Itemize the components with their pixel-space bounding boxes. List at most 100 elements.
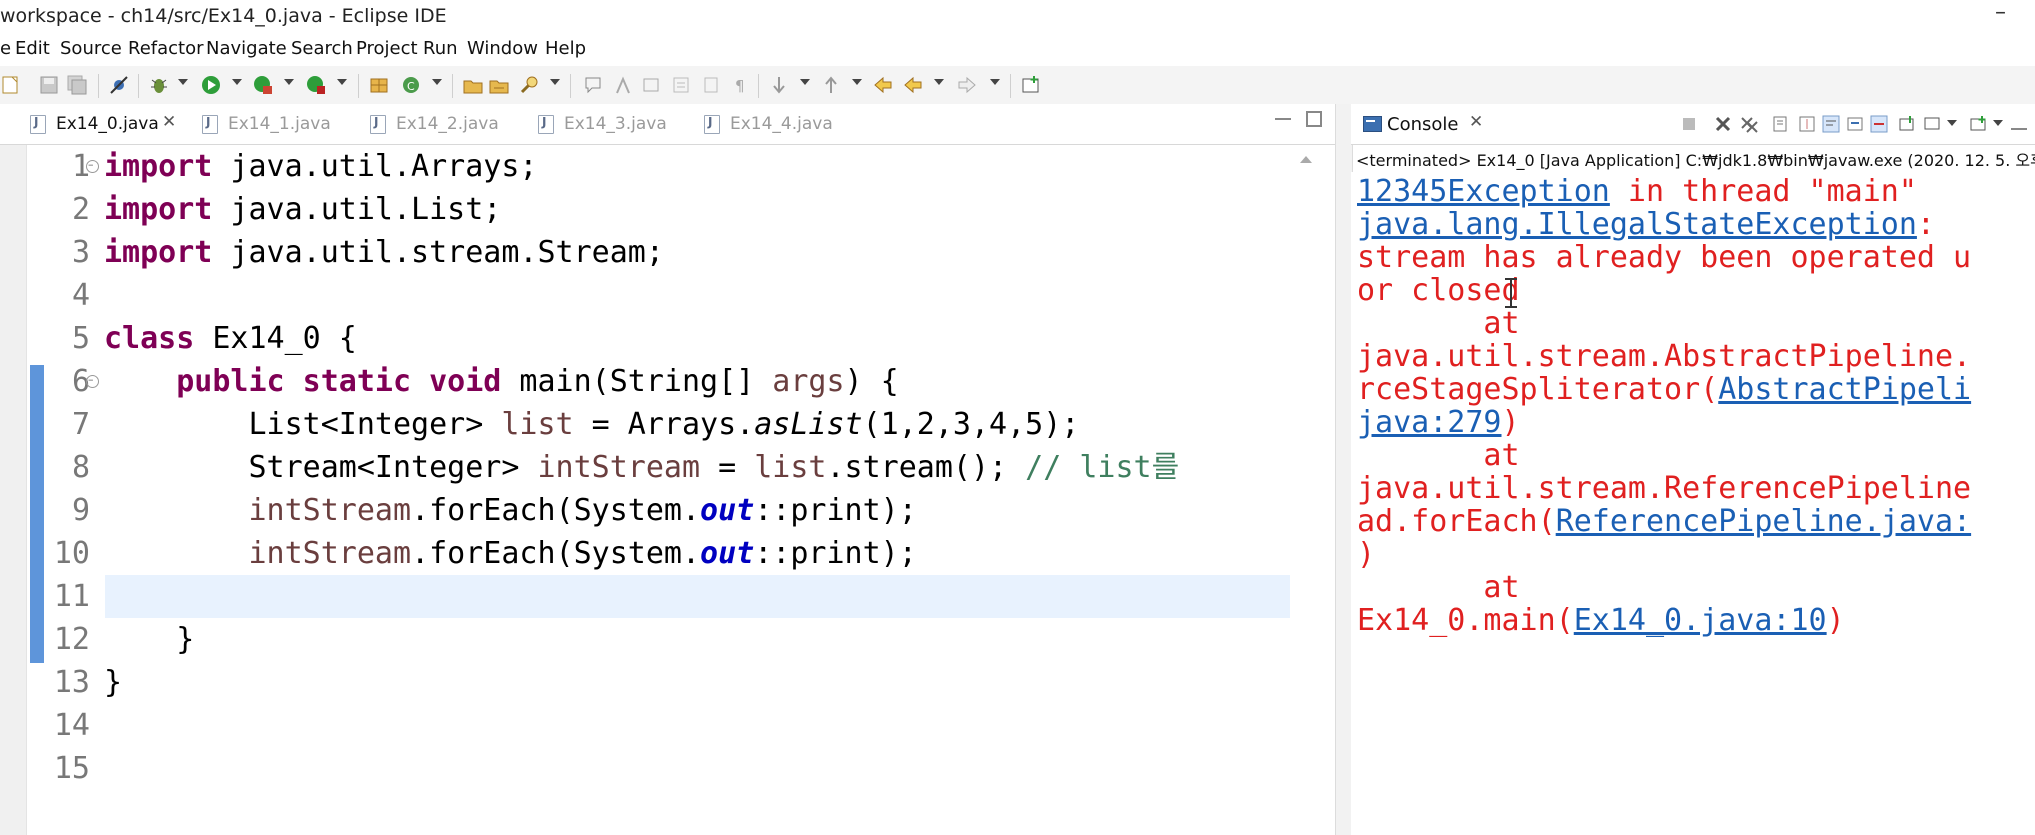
editor-vertical-scrollbar[interactable]: [1295, 145, 1315, 835]
fold-toggle-icon[interactable]: [86, 374, 99, 388]
coverage-dropdown-icon[interactable]: [284, 79, 294, 85]
next-annotation-icon[interactable]: [768, 74, 790, 96]
run-dropdown-icon[interactable]: [232, 79, 242, 85]
menu-bar: e Edit Source Refactor Navigate Search P…: [0, 34, 2035, 66]
code-line-8: Stream<Integer> intStream = list.stream(…: [248, 450, 1180, 485]
console-line: at: [1357, 438, 1520, 473]
clear-console-icon[interactable]: [1771, 114, 1791, 134]
menu-help[interactable]: Help: [545, 38, 586, 59]
display-selected-console-icon[interactable]: [1923, 114, 1943, 134]
scroll-up-icon[interactable]: [1300, 156, 1312, 163]
show-console-on-error-icon[interactable]: [1869, 114, 1889, 134]
pilcrow-icon[interactable]: ¶: [730, 74, 752, 96]
open-perspective-icon[interactable]: [1020, 74, 1042, 96]
menu-source[interactable]: Source: [60, 38, 122, 59]
display-console-dropdown-icon[interactable]: [1947, 120, 1957, 126]
java-file-icon: [202, 115, 218, 134]
toggle-word-wrap-icon[interactable]: [670, 74, 692, 96]
back-icon[interactable]: [902, 74, 924, 96]
console-line: ad.forEach(ReferencePipeline.java:: [1357, 504, 1972, 539]
toggle-mark-occurrences-icon[interactable]: [612, 74, 634, 96]
coverage-icon[interactable]: [252, 74, 274, 96]
pin-console-icon[interactable]: [1897, 114, 1917, 134]
console-link[interactable]: java.lang.IllegalStateException: [1357, 207, 1917, 242]
console-process-status: <terminated> Ex14_0 [Java Application] C…: [1356, 151, 2035, 170]
current-line-highlight: [105, 575, 1295, 618]
line-number: 5: [71, 321, 90, 356]
external-tools-dropdown-icon[interactable]: [337, 79, 347, 85]
last-edit-location-icon[interactable]: [872, 74, 894, 96]
code-line-6: public static void main(String[] args) {: [176, 364, 899, 399]
console-line: stream has already been operated u: [1357, 240, 1972, 275]
annotation-icon[interactable]: [582, 74, 604, 96]
toggle-block-select-icon[interactable]: [640, 74, 662, 96]
minimize-button[interactable]: –: [1995, 0, 2006, 25]
remove-all-terminated-icon[interactable]: [1739, 114, 1759, 134]
back-dropdown-icon[interactable]: [934, 79, 944, 85]
open-type-icon[interactable]: [462, 74, 484, 96]
console-minimize-icon[interactable]: [2011, 118, 2027, 130]
new-icon[interactable]: [0, 74, 22, 96]
toolbar-separator: [98, 74, 99, 98]
external-tools-icon[interactable]: [305, 74, 327, 96]
run-icon[interactable]: [200, 74, 222, 96]
forward-dropdown-icon[interactable]: [990, 79, 1000, 85]
remove-launch-icon[interactable]: [1713, 114, 1733, 134]
console-link[interactable]: Ex14_0.java:10: [1574, 603, 1827, 638]
debug-dropdown-icon[interactable]: [178, 79, 188, 85]
text-cursor-icon: [1505, 278, 1517, 308]
terminate-icon[interactable]: [1679, 114, 1699, 134]
open-console-icon[interactable]: [1969, 114, 1989, 134]
skip-breakpoints-icon[interactable]: [108, 74, 130, 96]
debug-icon[interactable]: [148, 74, 170, 96]
search-icon[interactable]: [518, 74, 540, 96]
editor-maximize-icon[interactable]: [1306, 111, 1322, 127]
fold-toggle-icon[interactable]: [86, 159, 99, 173]
scroll-lock-icon[interactable]: [1797, 114, 1817, 134]
toolbar-separator: [452, 74, 453, 98]
console-line: java.util.stream.AbstractPipeline.: [1357, 339, 1972, 374]
previous-annotation-dropdown-icon[interactable]: [852, 79, 862, 85]
menu-file[interactable]: e: [0, 38, 11, 59]
line-number: 14: [53, 708, 90, 743]
save-all-icon[interactable]: [66, 74, 88, 96]
console-link[interactable]: 12345Exception: [1357, 174, 1610, 209]
new-java-package-icon[interactable]: [368, 74, 390, 96]
tab-ex14-0[interactable]: Ex14_0.java ✕: [30, 104, 192, 144]
menu-search[interactable]: Search: [291, 38, 353, 59]
close-icon[interactable]: ✕: [162, 112, 176, 132]
menu-refactor[interactable]: Refactor: [128, 38, 204, 59]
word-wrap-icon[interactable]: [1821, 114, 1841, 134]
tab-ex14-1[interactable]: Ex14_1.java: [202, 104, 352, 144]
show-whitespace-icon[interactable]: [700, 74, 722, 96]
editor-tab-bar: Ex14_0.java ✕ Ex14_1.java Ex14_2.java Ex…: [0, 104, 1335, 145]
open-console-dropdown-icon[interactable]: [1993, 120, 2003, 126]
line-number: 12: [53, 622, 90, 657]
show-console-on-output-icon[interactable]: [1845, 114, 1865, 134]
tab-ex14-3[interactable]: Ex14_3.java: [538, 104, 688, 144]
forward-icon[interactable]: [956, 74, 978, 96]
menu-run[interactable]: Run: [423, 38, 458, 59]
close-icon[interactable]: ✕: [1469, 112, 1483, 132]
console-icon: [1363, 116, 1382, 132]
next-annotation-dropdown-icon[interactable]: [800, 79, 810, 85]
console-link[interactable]: AbstractPipeli: [1718, 372, 1971, 407]
new-class-dropdown-icon[interactable]: [432, 79, 442, 85]
menu-navigate[interactable]: Navigate: [206, 38, 287, 59]
search-dropdown-icon[interactable]: [550, 79, 560, 85]
new-java-class-icon[interactable]: C: [400, 74, 422, 96]
editor-minimize-icon[interactable]: [1275, 108, 1291, 120]
console-line: ): [1357, 537, 1376, 572]
save-icon[interactable]: [38, 74, 60, 96]
previous-annotation-icon[interactable]: [820, 74, 842, 96]
code-line-5: class Ex14_0 {: [104, 321, 357, 356]
open-resource-icon[interactable]: [488, 74, 510, 96]
tab-ex14-2[interactable]: Ex14_2.java: [370, 104, 520, 144]
tab-ex14-4[interactable]: Ex14_4.java: [704, 104, 854, 144]
console-link[interactable]: java:279: [1357, 405, 1502, 440]
console-link[interactable]: ReferencePipeline.java:: [1556, 504, 1971, 539]
menu-project[interactable]: Project: [356, 38, 418, 59]
menu-edit[interactable]: Edit: [15, 38, 50, 59]
menu-window[interactable]: Window: [467, 38, 538, 59]
editor-left-gutter: [0, 145, 27, 835]
